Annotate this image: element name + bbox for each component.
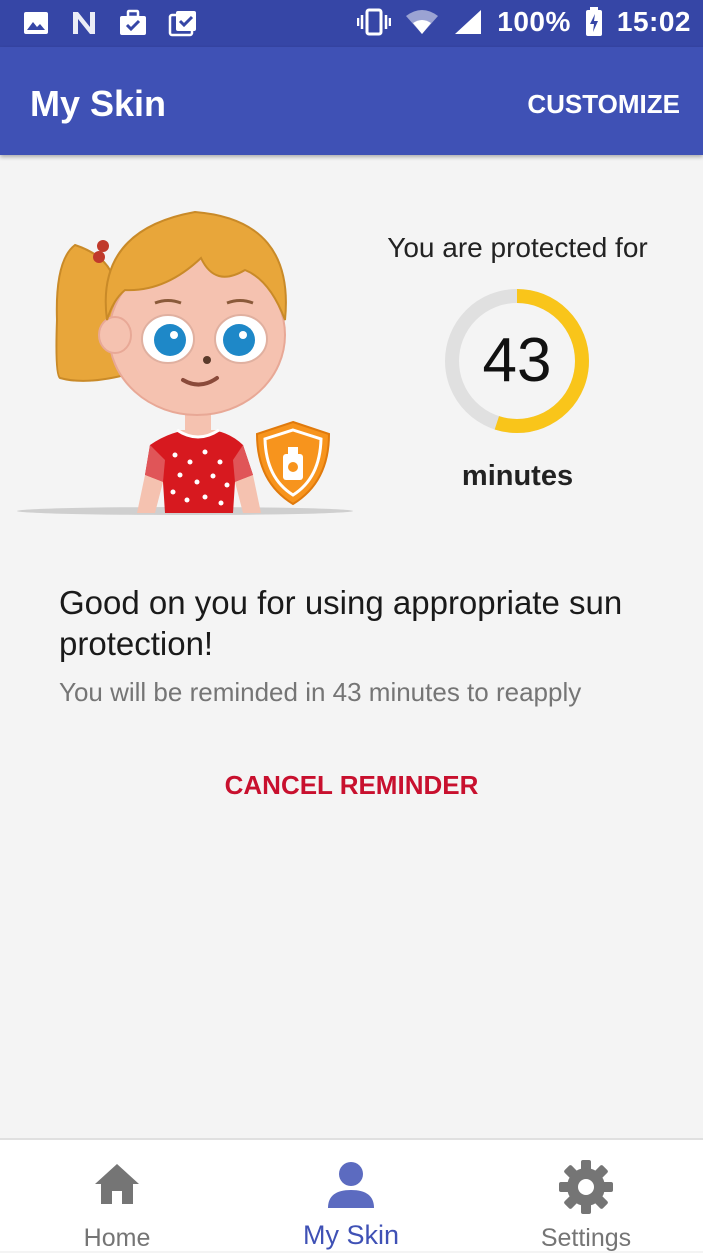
vibrate-icon	[357, 8, 392, 36]
status-bar: 100% 15:02	[0, 0, 703, 47]
app-bar: My Skin CUSTOMIZE	[0, 47, 703, 155]
image-icon	[24, 12, 48, 34]
briefcase-check-icon	[120, 9, 146, 35]
nav-item-settings[interactable]: Settings	[469, 1140, 703, 1252]
protection-label: You are protected for	[387, 232, 648, 263]
wifi-icon	[406, 10, 439, 34]
nav-item-my-skin[interactable]: My Skin	[234, 1140, 468, 1251]
battery-charging-icon	[585, 7, 602, 36]
home-icon	[95, 1164, 139, 1204]
cancel-reminder-button[interactable]: CANCEL REMINDER	[0, 770, 703, 801]
clipboard-check-icon	[168, 11, 196, 37]
customize-button[interactable]: CUSTOMIZE	[527, 89, 680, 120]
timer-value: 43	[482, 326, 552, 395]
n-icon	[73, 12, 95, 34]
nav-item-home[interactable]: Home	[0, 1140, 234, 1252]
message-title: Good on you for using appropriate sun pr…	[59, 584, 623, 662]
bottom-nav: Home My Skin Settings	[0, 1138, 703, 1252]
nav-label-my-skin: My Skin	[302, 1220, 400, 1250]
timer-unit: minutes	[461, 460, 574, 492]
page-title: My Skin	[30, 83, 167, 124]
girl-illustration	[17, 210, 353, 515]
person-icon	[328, 1162, 374, 1208]
message-subtitle: You will be reminded in 43 minutes to re…	[59, 677, 582, 707]
signal-icon	[455, 10, 482, 34]
battery-percent: 100%	[497, 6, 571, 37]
clock: 15:02	[616, 6, 691, 37]
gear-icon	[559, 1160, 613, 1214]
